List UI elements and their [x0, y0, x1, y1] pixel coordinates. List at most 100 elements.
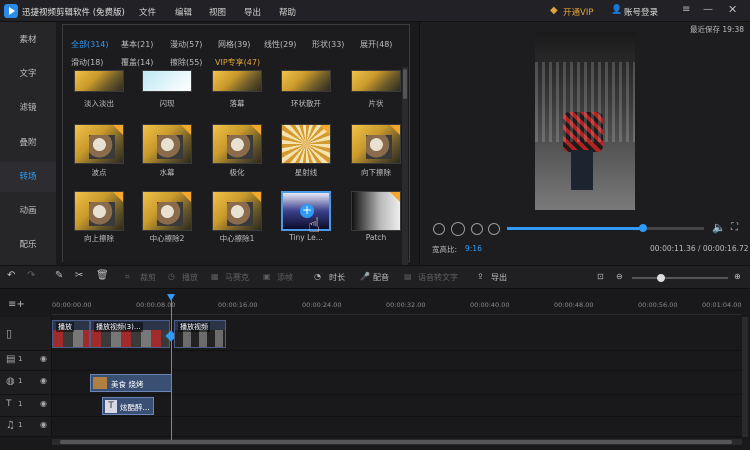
export-button[interactable]: 导出: [491, 272, 507, 283]
crop-button[interactable]: 裁剪: [140, 272, 156, 283]
video-clip[interactable]: 播放: [52, 320, 90, 348]
eye-icon[interactable]: ◉: [40, 399, 47, 408]
menu-help[interactable]: 帮助: [279, 6, 296, 18]
track-header: T 1 ◉: [0, 395, 52, 416]
sidebar-item-animation[interactable]: 动画: [0, 196, 56, 226]
tab-vip[interactable]: VIP专享(47): [215, 57, 260, 68]
vip-button[interactable]: 开通VIP: [563, 6, 593, 18]
prev-button[interactable]: [433, 223, 445, 235]
transition-thumb[interactable]: [74, 70, 124, 92]
transition-thumb[interactable]: [281, 124, 331, 164]
minimize-icon[interactable]: —: [703, 4, 713, 15]
transition-thumb[interactable]: [142, 124, 192, 164]
close-icon[interactable]: ✕: [728, 3, 737, 16]
video-clip[interactable]: 播放视频(3)...: [90, 320, 170, 348]
transition-thumb[interactable]: [281, 70, 331, 92]
duration-icon[interactable]: ◔: [314, 272, 321, 281]
speed-button[interactable]: 播放: [182, 272, 198, 283]
tab-expand[interactable]: 展开(48): [360, 39, 392, 50]
volume-icon[interactable]: 🔈: [712, 221, 726, 234]
tab-diffuse[interactable]: 漫动(57): [170, 39, 202, 50]
zoom-slider[interactable]: [632, 274, 728, 282]
effect-icon: ◍: [6, 376, 15, 387]
transition-thumb[interactable]: [351, 70, 401, 92]
speaker-icon[interactable]: ◉: [40, 420, 47, 429]
video-clip[interactable]: 播放视频: [174, 320, 226, 348]
undo-icon[interactable]: ↶: [7, 270, 15, 281]
transition-thumb[interactable]: [212, 70, 262, 92]
sidebar-item-material[interactable]: 素材: [0, 25, 56, 55]
fullscreen-icon[interactable]: ⛶: [731, 222, 738, 233]
transition-thumb[interactable]: [351, 124, 401, 164]
crop-icon[interactable]: ⌗: [125, 272, 130, 282]
zoom-slider-knob[interactable]: [657, 274, 665, 282]
save-status: 最近保存 19:38: [690, 25, 744, 34]
tab-slide[interactable]: 滑动(18): [71, 57, 103, 68]
transition-thumb[interactable]: [142, 70, 192, 92]
cut-icon[interactable]: ✂: [75, 270, 83, 281]
freeze-icon[interactable]: ▣: [263, 272, 271, 281]
delete-icon[interactable]: 🗑: [96, 270, 109, 281]
text-clip[interactable]: T 炫酷醉...: [102, 397, 154, 415]
export-icon[interactable]: ⇪: [477, 272, 484, 281]
transition-thumb[interactable]: [74, 191, 124, 231]
caption-clip[interactable]: 美食 烧烤: [90, 374, 172, 392]
transition-thumb[interactable]: [212, 191, 262, 231]
menu-edit[interactable]: 编辑: [175, 6, 192, 18]
seek-bar[interactable]: [507, 224, 704, 232]
app-title: 迅捷视频剪辑软件 (免费版): [22, 8, 125, 18]
stop-button[interactable]: [488, 223, 500, 235]
add-track-icon[interactable]: ≡+: [8, 299, 25, 310]
duration-button[interactable]: 时长: [329, 272, 345, 283]
redo-icon[interactable]: ↷: [27, 270, 35, 281]
transition-thumb[interactable]: [351, 191, 401, 231]
transition-thumb-selected[interactable]: +: [281, 191, 331, 231]
mosaic-button[interactable]: 马赛克: [225, 272, 249, 283]
timeline-scroll-thumb[interactable]: [60, 440, 732, 444]
transition-thumb[interactable]: [74, 124, 124, 164]
zoom-in-icon[interactable]: ⊕: [734, 272, 741, 281]
tab-cover[interactable]: 覆盖(14): [121, 57, 153, 68]
transition-thumb[interactable]: [212, 124, 262, 164]
menu-icon[interactable]: ≡: [682, 4, 690, 15]
edit-icon[interactable]: ✎: [55, 270, 63, 281]
ruler-tick: 00:00:48.00: [554, 301, 594, 309]
play-button[interactable]: [451, 222, 465, 236]
tab-all[interactable]: 全部(314): [71, 39, 109, 50]
menu-export[interactable]: 导出: [244, 6, 261, 18]
eye-icon[interactable]: ◉: [40, 376, 47, 385]
tab-basic[interactable]: 基本(21): [121, 39, 153, 50]
timeline-scrollbar[interactable]: [52, 439, 742, 445]
zoom-out-icon[interactable]: ⊖: [616, 272, 623, 281]
tab-linear[interactable]: 线性(29): [264, 39, 296, 50]
speech-icon[interactable]: ▤: [404, 272, 412, 281]
library-scrollbar[interactable]: [402, 67, 408, 267]
dub-button[interactable]: 配音: [373, 272, 389, 283]
tab-grid[interactable]: 网格(39): [218, 39, 250, 50]
sidebar-item-text[interactable]: 文字: [0, 59, 56, 89]
ruler-tick: 00:00:00.00: [52, 301, 92, 309]
menu-view[interactable]: 视图: [209, 6, 226, 18]
playhead[interactable]: [167, 294, 175, 440]
vip-diamond-icon: ◆: [550, 5, 558, 16]
sidebar-item-filter[interactable]: 滤镜: [0, 93, 56, 123]
fit-icon[interactable]: ⊡: [597, 272, 604, 281]
sidebar-item-music[interactable]: 配乐: [0, 230, 56, 260]
tab-shape[interactable]: 形状(33): [312, 39, 344, 50]
speed-icon[interactable]: ◷: [168, 272, 175, 281]
tab-wipe[interactable]: 擦除(55): [170, 57, 202, 68]
menu-file[interactable]: 文件: [139, 6, 156, 18]
sidebar-item-transition[interactable]: 转场: [0, 162, 56, 192]
transition-thumb[interactable]: [142, 191, 192, 231]
seek-knob[interactable]: [638, 224, 647, 232]
next-button[interactable]: [471, 223, 483, 235]
eye-icon[interactable]: ◉: [40, 354, 47, 363]
aspect-value[interactable]: 9:16: [465, 244, 482, 253]
timeline-vscrollbar[interactable]: [742, 317, 748, 437]
speech-button[interactable]: 语音转文字: [418, 272, 458, 283]
mosaic-icon[interactable]: ▦: [211, 272, 219, 281]
login-button[interactable]: 账号登录: [624, 6, 658, 18]
mic-icon[interactable]: 🎤: [360, 272, 370, 281]
sidebar-item-overlay[interactable]: 叠附: [0, 128, 56, 158]
freeze-button[interactable]: 添帧: [277, 272, 293, 283]
